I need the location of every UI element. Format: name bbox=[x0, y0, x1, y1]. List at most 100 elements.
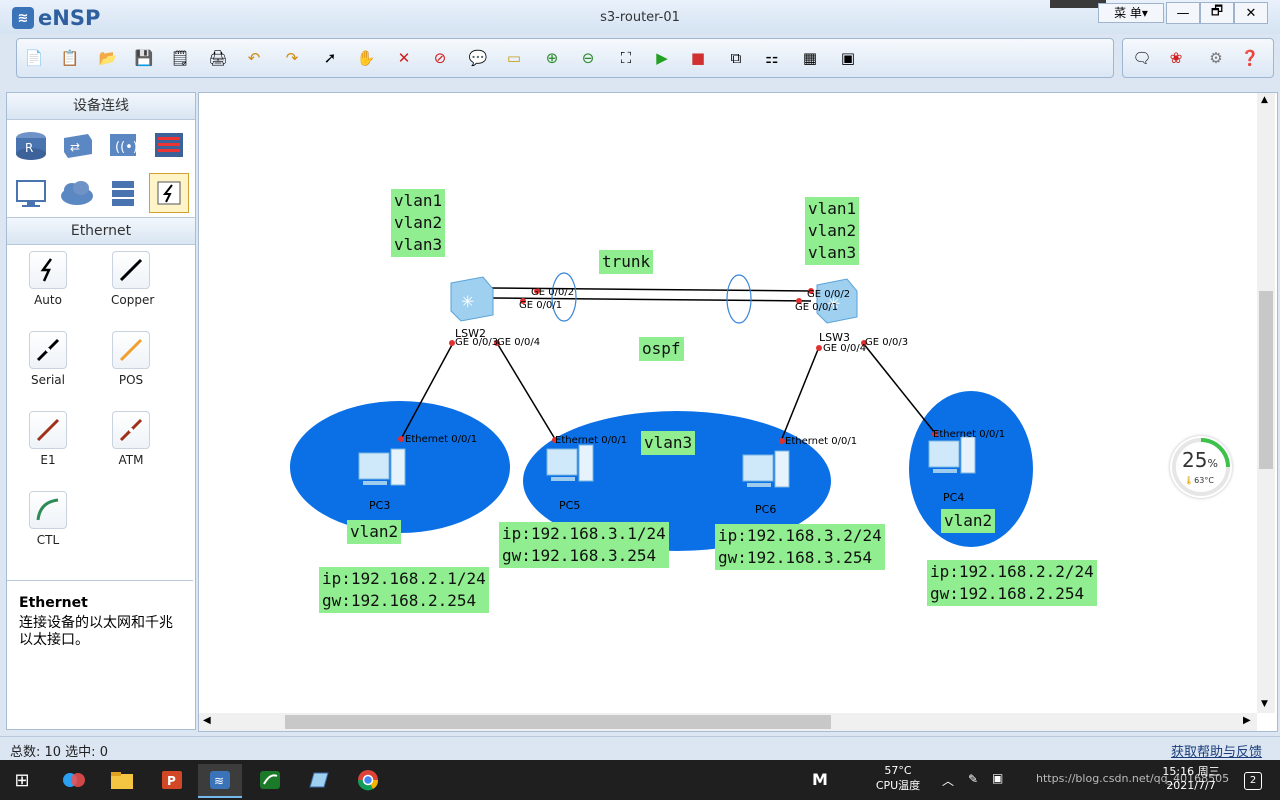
pc-icon[interactable] bbox=[13, 175, 49, 211]
new-topology-icon[interactable]: 📄 bbox=[23, 47, 45, 69]
lsw3-vlan-label[interactable]: vlan1 vlan2 vlan3 bbox=[805, 197, 860, 265]
print-icon[interactable]: 🖨 bbox=[207, 47, 229, 69]
svg-text:≋: ≋ bbox=[214, 774, 224, 788]
tray-clock[interactable]: 15:16 周三 2021/7/7 bbox=[1150, 763, 1232, 792]
ink-tray-icon[interactable]: ✎ bbox=[968, 772, 978, 786]
minimize-button[interactable]: — bbox=[1166, 2, 1200, 24]
topology-icon[interactable]: ⚏ bbox=[761, 47, 783, 69]
huawei-logo-icon[interactable]: ❀ bbox=[1165, 47, 1187, 69]
zoom-in-icon[interactable]: ⊕ bbox=[541, 47, 563, 69]
wireshark-icon[interactable] bbox=[248, 764, 292, 796]
port-label: GE 0/0/2 bbox=[807, 289, 851, 300]
chrome-icon[interactable] bbox=[346, 764, 390, 796]
port-label: GE 0/0/4 bbox=[497, 337, 541, 348]
save-as-icon[interactable]: 🗒 bbox=[169, 47, 191, 69]
m-tray-icon[interactable]: M bbox=[812, 770, 828, 789]
redo-icon[interactable]: ↷ bbox=[281, 47, 303, 69]
cable-e1[interactable]: E1 bbox=[28, 411, 68, 467]
scroll-right-icon[interactable]: ▶ bbox=[1243, 715, 1251, 726]
select-icon[interactable]: ➚ bbox=[319, 47, 341, 69]
virtualbox-icon[interactable] bbox=[296, 764, 340, 796]
cable-serial[interactable]: Serial bbox=[28, 331, 68, 387]
scroll-down-icon[interactable]: ▼ bbox=[1261, 699, 1268, 709]
cable-ctl[interactable]: CTL bbox=[28, 491, 68, 547]
pc5-ip-label[interactable]: ip:192.168.3.1/24 gw:192.168.3.254 bbox=[499, 522, 669, 568]
device-name-pc5[interactable]: PC5 bbox=[559, 499, 580, 512]
cable-copper[interactable]: Copper bbox=[111, 251, 154, 307]
file-explorer-icon[interactable] bbox=[100, 764, 144, 796]
app-name: eNSP bbox=[38, 6, 101, 30]
zoom-out-icon[interactable]: ⊖ bbox=[577, 47, 599, 69]
lsw2-vlan-label[interactable]: vlan1 vlan2 vlan3 bbox=[391, 189, 446, 257]
pc4-vlan-label[interactable]: vlan2 bbox=[941, 509, 996, 533]
text-note-icon[interactable]: 💬 bbox=[467, 47, 489, 69]
trunk-label[interactable]: trunk bbox=[599, 250, 654, 274]
new-example-icon[interactable]: 📋 bbox=[59, 47, 81, 69]
undo-icon[interactable]: ↶ bbox=[243, 47, 265, 69]
delete-links-icon[interactable]: ⊘ bbox=[429, 47, 451, 69]
panel-title: 设备连线 bbox=[7, 93, 195, 120]
cpu-usage-widget[interactable]: 25% 🌡63°C bbox=[1170, 436, 1232, 498]
vertical-scrollbar[interactable]: ▲ ▼ bbox=[1257, 93, 1275, 713]
firewall-icon[interactable] bbox=[151, 127, 187, 163]
capture-icon[interactable]: ⧉ bbox=[725, 47, 747, 69]
ensp-logo-icon: ≋ bbox=[12, 7, 34, 29]
cpu-temp-tray[interactable]: 57°C CPU温度 bbox=[868, 764, 928, 793]
cable-category-icon[interactable] bbox=[149, 173, 189, 213]
start-icon[interactable]: ▶ bbox=[651, 47, 673, 69]
stop-icon[interactable]: ■ bbox=[687, 47, 709, 69]
taskbar: ⊞ P ≋ M 57°C CPU温度 ︿ ✎ ▣ https://blog.cs… bbox=[0, 760, 1280, 800]
pc6-ip-label[interactable]: ip:192.168.3.2/24 gw:192.168.3.254 bbox=[715, 524, 885, 570]
device-name-pc3[interactable]: PC3 bbox=[369, 499, 390, 512]
menu-button[interactable]: 菜 单▾ bbox=[1098, 3, 1164, 23]
device-name-pc6[interactable]: PC6 bbox=[755, 503, 776, 516]
router-icon[interactable]: R bbox=[13, 127, 49, 163]
topology-workspace: ✳ ✳ vlan1 vlan2 vlan3 vlan1 vlan2 vlan3 … bbox=[198, 92, 1278, 732]
cable-pos[interactable]: POS bbox=[111, 331, 151, 387]
windows-start-icon[interactable]: ⊞ bbox=[0, 764, 44, 796]
ospf-label[interactable]: ospf bbox=[639, 337, 684, 361]
delete-icon[interactable]: ✕ bbox=[393, 47, 415, 69]
vertical-scroll-thumb[interactable] bbox=[1259, 291, 1273, 469]
scroll-up-icon[interactable]: ▲ bbox=[1261, 95, 1268, 105]
cloud-icon[interactable] bbox=[59, 175, 95, 211]
save-icon[interactable]: 💾 bbox=[133, 47, 155, 69]
device-name-pc4[interactable]: PC4 bbox=[943, 491, 964, 504]
scroll-left-icon[interactable]: ◀ bbox=[203, 715, 211, 726]
powerpoint-icon[interactable]: P bbox=[150, 764, 194, 796]
fit-view-icon[interactable]: ⛶ bbox=[615, 47, 637, 69]
help-icon[interactable]: ❓ bbox=[1239, 47, 1261, 69]
palette-icon[interactable]: ▭ bbox=[503, 47, 525, 69]
copper-cable-icon bbox=[119, 258, 143, 282]
cable-auto[interactable]: Auto bbox=[28, 251, 68, 307]
close-button[interactable]: ✕ bbox=[1234, 2, 1268, 24]
tray-expand-icon[interactable]: ︿ bbox=[942, 772, 954, 789]
open-icon[interactable]: 📂 bbox=[97, 47, 119, 69]
restore-button[interactable]: 🗗 bbox=[1200, 2, 1234, 24]
help-feedback-link[interactable]: 获取帮助与反馈 bbox=[1171, 741, 1262, 760]
horizontal-scrollbar[interactable]: ◀ ▶ bbox=[199, 713, 1257, 731]
port-label: GE 0/0/1 bbox=[795, 302, 839, 313]
pan-hand-icon[interactable]: ✋ bbox=[355, 47, 377, 69]
pc3-ip-label[interactable]: ip:192.168.2.1/24 gw:192.168.2.254 bbox=[319, 567, 489, 613]
description-title: Ethernet bbox=[19, 595, 88, 611]
wireless-icon[interactable]: ((•)) bbox=[105, 127, 141, 163]
server-icon[interactable] bbox=[105, 175, 141, 211]
horizontal-scroll-thumb[interactable] bbox=[285, 715, 831, 729]
thermometer-icon: 🌡 bbox=[1184, 476, 1195, 485]
vlan3-label[interactable]: vlan3 bbox=[641, 431, 696, 455]
pc4-ip-label[interactable]: ip:192.168.2.2/24 gw:192.168.2.254 bbox=[927, 560, 1097, 606]
chat-icon[interactable]: 🗨 bbox=[1131, 47, 1153, 69]
terminal-icon[interactable]: ▣ bbox=[837, 47, 859, 69]
ensp-task-icon[interactable]: ≋ bbox=[198, 764, 242, 798]
cable-label: POS bbox=[118, 373, 144, 387]
pc3-vlan-label[interactable]: vlan2 bbox=[347, 520, 402, 544]
topology-canvas[interactable]: ✳ ✳ vlan1 vlan2 vlan3 vlan1 vlan2 vlan3 … bbox=[199, 93, 1257, 713]
baidu-netdisk-icon[interactable] bbox=[52, 764, 96, 796]
switch-icon[interactable]: ⇄ bbox=[59, 127, 95, 163]
app-tray-icon[interactable]: ▣ bbox=[992, 771, 1003, 785]
grid-icon[interactable]: ▦ bbox=[799, 47, 821, 69]
notification-icon[interactable]: 2 bbox=[1244, 772, 1262, 790]
cable-atm[interactable]: ATM bbox=[111, 411, 151, 467]
settings-gear-icon[interactable]: ⚙ bbox=[1205, 47, 1227, 69]
